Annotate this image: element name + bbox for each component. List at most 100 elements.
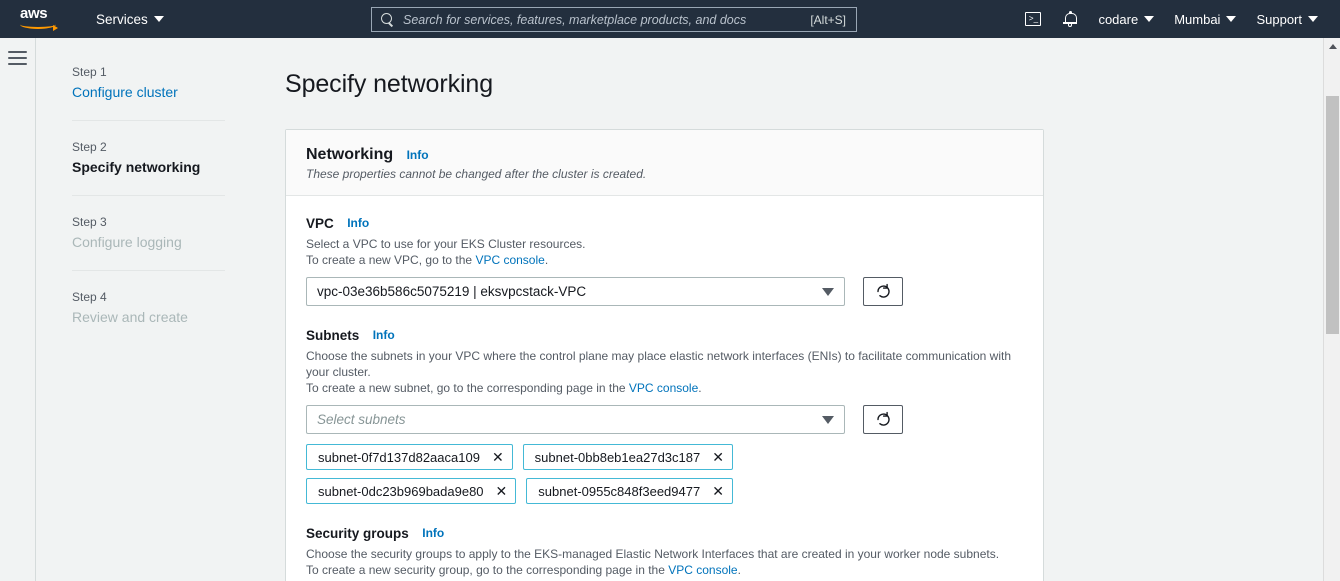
- vpc-description: Select a VPC to use for your EKS Cluster…: [306, 236, 1023, 268]
- top-navigation-bar: aws Services Search for services, featur…: [0, 0, 1340, 38]
- aws-logo[interactable]: aws: [18, 5, 66, 33]
- chevron-down-icon: [822, 287, 834, 296]
- subnet-token-label: subnet-0bb8eb1ea27d3c187: [534, 449, 701, 465]
- subnets-description-line-1: Choose the subnets in your VPC where the…: [306, 349, 1011, 380]
- support-menu-label: Support: [1256, 11, 1302, 27]
- main-content: Specify networking Networking Info These…: [261, 38, 1323, 581]
- subnet-token-label: subnet-0dc23b969bada9e80: [318, 483, 484, 499]
- step-divider: [72, 270, 225, 271]
- vpc-console-link[interactable]: VPC console: [475, 253, 544, 267]
- search-shortcut-hint: [Alt+S]: [810, 12, 846, 27]
- subnet-token[interactable]: subnet-0dc23b969bada9e80 ✕: [306, 478, 517, 505]
- subnets-input-row: Select subnets: [306, 405, 1023, 435]
- refresh-icon: [876, 412, 890, 426]
- scrollbar-thumb[interactable]: [1326, 96, 1339, 334]
- vpc-desc-prefix: To create a new VPC, go to the: [306, 253, 476, 268]
- cloudshell-button[interactable]: >_: [1014, 12, 1052, 26]
- search-input[interactable]: Search for services, features, marketpla…: [403, 13, 810, 27]
- sidebar-item-step-3: Step 3 Configure logging: [72, 213, 261, 253]
- security-groups-vpc-console-link[interactable]: VPC console: [668, 563, 737, 577]
- vpc-refresh-button[interactable]: [863, 277, 903, 307]
- page-container: Step 1 Configure cluster Step 2 Specify …: [0, 38, 1340, 581]
- bell-icon: [1063, 11, 1078, 27]
- subnets-description-line-2: To create a new subnet, go to the corres…: [306, 380, 1023, 396]
- step-number: Step 4: [72, 290, 107, 304]
- security-groups-info-link[interactable]: Info: [422, 526, 444, 540]
- vpc-field: VPC Info Select a VPC to use for your EK…: [306, 214, 1023, 307]
- notifications-button[interactable]: [1052, 11, 1088, 27]
- step-title[interactable]: Configure cluster: [72, 82, 261, 103]
- vpc-info-link[interactable]: Info: [347, 216, 369, 230]
- step-number: Step 3: [72, 215, 107, 229]
- close-icon[interactable]: ✕: [712, 450, 724, 464]
- sidebar-item-step-1[interactable]: Step 1 Configure cluster: [72, 63, 261, 103]
- subnets-desc-prefix: To create a new subnet, go to the corres…: [306, 381, 629, 396]
- account-menu[interactable]: codare: [1088, 12, 1164, 27]
- subnets-description: Choose the subnets in your VPC where the…: [306, 348, 1023, 396]
- security-groups-label: Security groups: [306, 525, 409, 541]
- chevron-down-icon: [1226, 16, 1237, 22]
- subnets-select[interactable]: Select subnets: [306, 405, 845, 435]
- networking-subtitle: These properties cannot be changed after…: [306, 167, 647, 182]
- terminal-icon: >_: [1025, 12, 1042, 26]
- region-menu[interactable]: Mumbai: [1164, 12, 1246, 27]
- step-title: Configure logging: [72, 234, 182, 250]
- step-divider: [72, 195, 225, 196]
- step-number: Step 2: [72, 140, 107, 154]
- refresh-icon: [876, 284, 890, 298]
- region-menu-label: Mumbai: [1174, 11, 1221, 27]
- chevron-down-icon: [153, 16, 164, 22]
- hamburger-menu-icon[interactable]: [8, 51, 27, 65]
- subnets-vpc-console-link[interactable]: VPC console: [629, 381, 698, 395]
- vpc-desc-suffix: .: [544, 253, 549, 268]
- scroll-up-arrow-icon[interactable]: [1324, 38, 1340, 55]
- step-title: Review and create: [72, 309, 188, 325]
- chevron-down-icon: [1308, 16, 1318, 22]
- subnet-token-list: subnet-0f7d137d82aaca109 ✕ subnet-0bb8eb…: [306, 444, 746, 505]
- page-title: Specify networking: [285, 70, 494, 98]
- step-number: Step 1: [72, 65, 107, 79]
- services-menu-button[interactable]: Services: [96, 12, 164, 27]
- vpc-label: VPC: [306, 215, 334, 231]
- security-groups-description: Choose the security groups to apply to t…: [306, 546, 1023, 578]
- vpc-select-value: vpc-03e36b586c5075219 | eksvpcstack-VPC: [317, 284, 587, 300]
- chevron-down-icon: [822, 415, 834, 424]
- subnet-token[interactable]: subnet-0f7d137d82aaca109 ✕: [306, 444, 513, 471]
- subnet-token[interactable]: subnet-0955c848f3eed9477 ✕: [526, 478, 733, 505]
- page-scrollbar[interactable]: [1323, 38, 1340, 581]
- networking-card-header: Networking Info These properties cannot …: [286, 130, 1043, 197]
- support-menu[interactable]: Support: [1246, 12, 1328, 27]
- search-icon: [381, 13, 394, 26]
- sidebar-rail: [0, 38, 36, 581]
- close-icon[interactable]: ✕: [712, 484, 724, 498]
- networking-info-link[interactable]: Info: [407, 148, 429, 162]
- vpc-description-line-1: Select a VPC to use for your EKS Cluster…: [306, 237, 586, 252]
- security-groups-description-line-1: Choose the security groups to apply to t…: [306, 547, 1000, 562]
- close-icon[interactable]: ✕: [492, 450, 504, 464]
- subnets-refresh-button[interactable]: [863, 405, 903, 435]
- subnets-label: Subnets: [306, 327, 360, 343]
- wizard-steps-sidebar: Step 1 Configure cluster Step 2 Specify …: [37, 38, 261, 581]
- vpc-select[interactable]: vpc-03e36b586c5075219 | eksvpcstack-VPC: [306, 277, 845, 307]
- subnet-token[interactable]: subnet-0bb8eb1ea27d3c187 ✕: [522, 444, 733, 471]
- top-navigation-right-group: >_ codare Mumbai Support: [1014, 0, 1340, 38]
- vpc-input-row: vpc-03e36b586c5075219 | eksvpcstack-VPC: [306, 277, 1023, 307]
- close-icon[interactable]: ✕: [496, 484, 508, 498]
- networking-card: Networking Info These properties cannot …: [285, 129, 1044, 581]
- subnet-token-label: subnet-0f7d137d82aaca109: [318, 449, 480, 465]
- subnets-field: Subnets Info Choose the subnets in your …: [306, 326, 1023, 505]
- security-groups-desc-suffix: .: [737, 563, 741, 578]
- global-search-bar[interactable]: Search for services, features, marketpla…: [371, 7, 857, 32]
- security-groups-description-line-2: To create a new security group, go to th…: [306, 562, 1023, 578]
- subnets-info-link[interactable]: Info: [373, 328, 395, 342]
- security-groups-field: Security groups Info Choose the security…: [306, 524, 1023, 581]
- services-menu-label: Services: [96, 11, 148, 27]
- sidebar-item-step-4: Step 4 Review and create: [72, 288, 261, 328]
- sidebar-item-step-2[interactable]: Step 2 Specify networking: [72, 138, 261, 178]
- aws-logo-wordmark: aws: [20, 5, 48, 22]
- networking-heading: Networking: [306, 146, 394, 163]
- vpc-description-line-2: To create a new VPC, go to the VPC conso…: [306, 252, 1023, 268]
- networking-card-body: VPC Info Select a VPC to use for your EK…: [286, 196, 1043, 581]
- subnets-desc-suffix: .: [698, 381, 702, 396]
- account-menu-label: codare: [1098, 11, 1139, 27]
